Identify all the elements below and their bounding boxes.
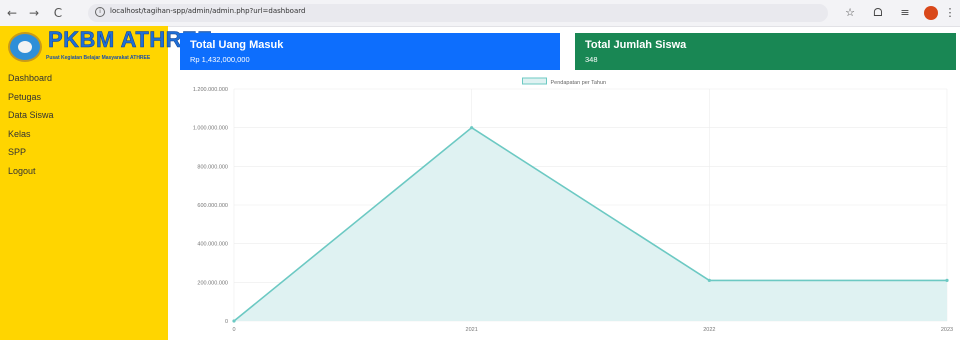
- sidebar-item-logout[interactable]: Logout: [8, 165, 54, 184]
- legend-label: Pendapatan per Tahun: [551, 80, 607, 86]
- y-tick-label: 800.000.000: [197, 164, 228, 170]
- data-point: [232, 319, 236, 323]
- card-title: Total Uang Masuk: [190, 39, 284, 51]
- x-tick-label: 2023: [941, 327, 953, 333]
- x-tick-label: 2021: [466, 327, 478, 333]
- sidebar-item-kelas[interactable]: Kelas: [8, 128, 54, 147]
- bookmark-star-icon[interactable]: ☆: [842, 5, 858, 21]
- address-bar[interactable]: i localhost/tagihan-spp/admin/admin.php?…: [88, 4, 828, 22]
- sidebar-menu: Dashboard Petugas Data Siswa Kelas SPP L…: [8, 72, 54, 183]
- back-icon[interactable]: ←: [4, 5, 20, 21]
- logo-emblem-icon: [8, 32, 42, 62]
- x-tick-label: 2022: [703, 327, 715, 333]
- forward-icon[interactable]: →: [26, 5, 42, 21]
- more-menu-icon[interactable]: ⋮: [942, 5, 958, 21]
- y-tick-label: 1.000.000.000: [193, 126, 228, 132]
- reload-icon[interactable]: C: [50, 5, 66, 21]
- extensions-icon[interactable]: ᗝ: [870, 5, 886, 21]
- total-uang-masuk-card: Total Uang Masuk Rp 1,432,000,000: [180, 33, 560, 70]
- series-area-fill: [234, 127, 947, 321]
- legend-swatch: [522, 77, 547, 85]
- revenue-line-chart: 0 200.000.000 400.000.000 600.000.000 800.00…: [193, 77, 953, 333]
- total-jumlah-siswa-card: Total Jumlah Siswa 348: [575, 33, 956, 70]
- card-value: Rp 1,432,000,000: [190, 55, 250, 64]
- data-point: [470, 126, 474, 130]
- card-title: Total Jumlah Siswa: [585, 39, 687, 51]
- browser-toolbar: ← → C i localhost/tagihan-spp/admin/admi…: [0, 0, 960, 27]
- card-value: 348: [585, 55, 598, 64]
- data-point: [945, 278, 949, 282]
- logo: PKBM ATHREE Pusat Kegiatan Belajar Masya…: [6, 27, 212, 68]
- y-tick-label: 400.000.000: [197, 242, 228, 248]
- site-info-icon[interactable]: i: [95, 7, 105, 17]
- profile-avatar[interactable]: [924, 6, 938, 20]
- sidebar-item-spp[interactable]: SPP: [8, 146, 54, 165]
- data-point: [707, 278, 711, 282]
- y-tick-label: 600.000.000: [197, 203, 228, 209]
- sidebar-item-data-siswa[interactable]: Data Siswa: [8, 109, 54, 128]
- x-tick-label: 0: [232, 327, 235, 333]
- y-tick-label: 200.000.000: [197, 280, 228, 286]
- sidebar-item-dashboard[interactable]: Dashboard: [8, 72, 54, 91]
- sidebar-item-petugas[interactable]: Petugas: [8, 91, 54, 110]
- url-text[interactable]: localhost/tagihan-spp/admin/admin.php?ur…: [110, 7, 305, 15]
- media-controls-icon[interactable]: ≡: [897, 5, 913, 21]
- y-tick-label: 0: [225, 319, 228, 325]
- logo-subtitle: Pusat Kegiatan Belajar Masyarakat ATHREE: [46, 55, 151, 61]
- y-tick-label: 1.200.000.000: [193, 87, 228, 93]
